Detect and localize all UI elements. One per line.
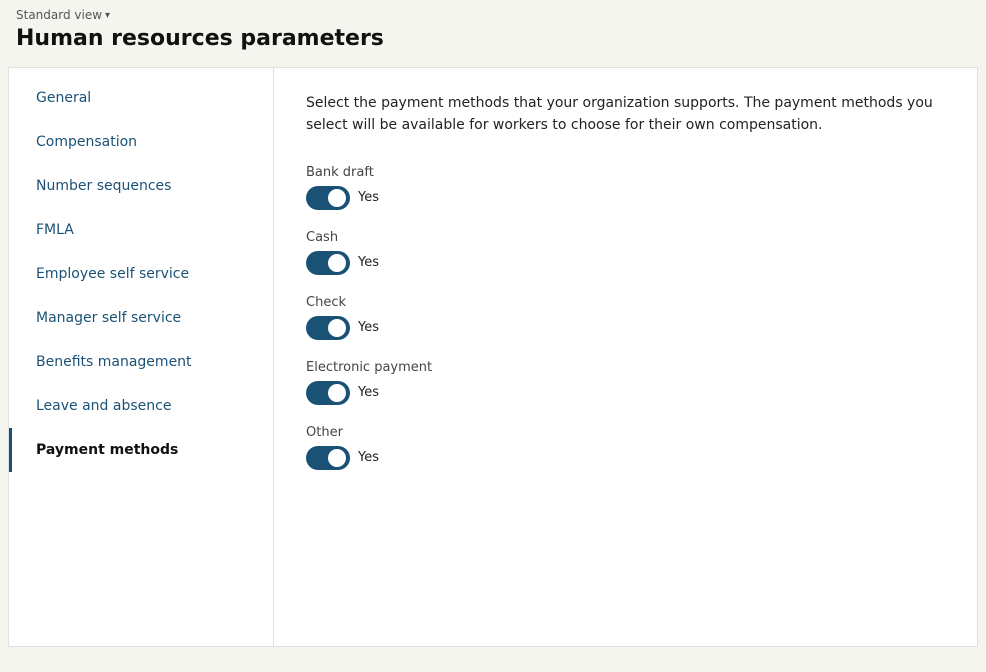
method-label-cash: Cash (306, 230, 945, 245)
toggle-row-check: Yes (306, 316, 945, 340)
sidebar-item-payment-methods[interactable]: Payment methods (9, 428, 273, 472)
toggle-row-cash: Yes (306, 251, 945, 275)
method-label-bank-draft: Bank draft (306, 165, 945, 180)
sidebar-item-benefits-management[interactable]: Benefits management (9, 340, 273, 384)
method-label-check: Check (306, 295, 945, 310)
standard-view-button[interactable]: Standard view ▾ (16, 8, 110, 22)
sidebar-item-manager-self-service[interactable]: Manager self service (9, 296, 273, 340)
sidebar-item-compensation[interactable]: Compensation (9, 120, 273, 164)
main-content: Select the payment methods that your org… (274, 68, 977, 646)
payment-method-bank-draft: Bank draft Yes (306, 165, 945, 210)
method-label-other: Other (306, 425, 945, 440)
toggle-value-cash: Yes (358, 255, 379, 270)
standard-view-label: Standard view (16, 8, 102, 22)
toggle-value-bank-draft: Yes (358, 190, 379, 205)
toggle-row-other: Yes (306, 446, 945, 470)
payment-method-check: Check Yes (306, 295, 945, 340)
payment-method-electronic-payment: Electronic payment Yes (306, 360, 945, 405)
sidebar-item-general[interactable]: General (9, 76, 273, 120)
sidebar-item-leave-and-absence[interactable]: Leave and absence (9, 384, 273, 428)
payment-method-cash: Cash Yes (306, 230, 945, 275)
sidebar-item-number-sequences[interactable]: Number sequences (9, 164, 273, 208)
top-bar: Standard view ▾ (0, 0, 986, 26)
toggle-value-other: Yes (358, 450, 379, 465)
sidebar-item-fmla[interactable]: FMLA (9, 208, 273, 252)
method-label-electronic-payment: Electronic payment (306, 360, 945, 375)
content-area: GeneralCompensationNumber sequencesFMLAE… (8, 67, 978, 647)
toggle-check[interactable] (306, 316, 350, 340)
toggle-other[interactable] (306, 446, 350, 470)
toggle-row-electronic-payment: Yes (306, 381, 945, 405)
page-wrapper: Standard view ▾ Human resources paramete… (0, 0, 986, 672)
payment-method-other: Other Yes (306, 425, 945, 470)
toggle-row-bank-draft: Yes (306, 186, 945, 210)
toggle-cash[interactable] (306, 251, 350, 275)
toggle-electronic-payment[interactable] (306, 381, 350, 405)
chevron-down-icon: ▾ (105, 10, 110, 21)
sidebar: GeneralCompensationNumber sequencesFMLAE… (9, 68, 274, 646)
toggle-value-check: Yes (358, 320, 379, 335)
toggle-value-electronic-payment: Yes (358, 385, 379, 400)
payment-methods-list: Bank draftYesCashYesCheckYesElectronic p… (306, 165, 945, 470)
sidebar-item-employee-self-service[interactable]: Employee self service (9, 252, 273, 296)
page-title: Human resources parameters (0, 26, 986, 67)
description-text: Select the payment methods that your org… (306, 92, 945, 137)
toggle-bank-draft[interactable] (306, 186, 350, 210)
